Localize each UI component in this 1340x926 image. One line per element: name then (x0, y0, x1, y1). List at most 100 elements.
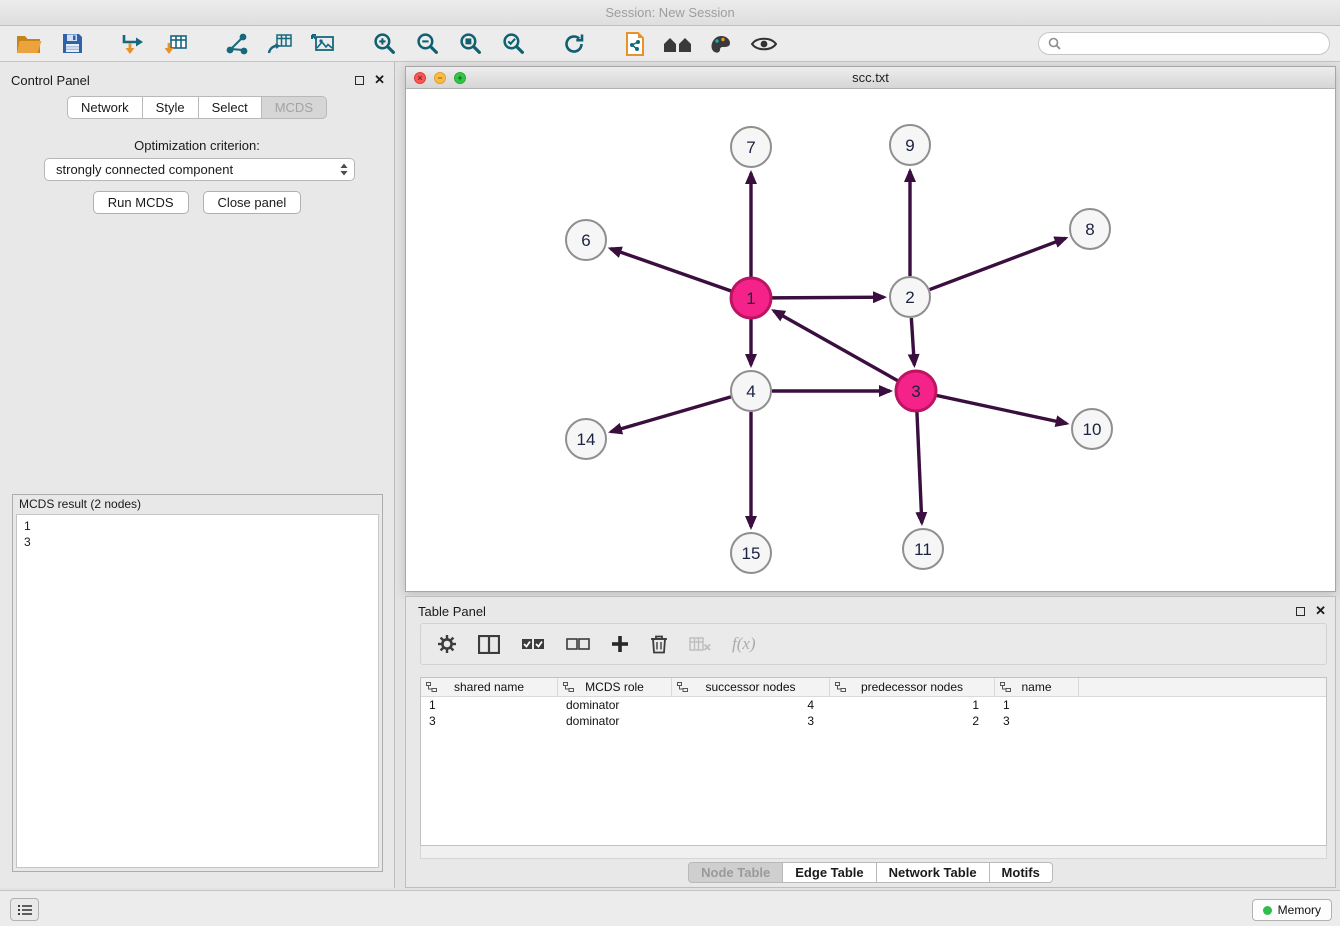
edge-3-1[interactable] (774, 311, 898, 381)
toolbar-separator (96, 43, 109, 44)
run-mcds-button[interactable]: Run MCDS (93, 191, 189, 214)
node-label: 2 (905, 288, 914, 307)
add-column-button[interactable] (611, 635, 629, 653)
delete-column-button[interactable] (650, 634, 668, 654)
document-network-icon (624, 32, 646, 56)
column-header-name[interactable]: name (995, 678, 1079, 696)
zoom-in-button[interactable] (365, 29, 403, 59)
panel-selector-button[interactable] (10, 898, 39, 921)
column-header-successor_nodes[interactable]: successor nodes (672, 678, 830, 696)
duplicate-view-button[interactable] (616, 29, 654, 59)
tab-style[interactable]: Style (143, 96, 199, 119)
edge-3-10[interactable] (937, 395, 1067, 423)
function-builder-button[interactable]: f(x) (732, 634, 756, 654)
node-15[interactable]: 15 (731, 533, 771, 573)
minimize-window-button[interactable]: − (434, 72, 446, 84)
split-panel-button[interactable] (478, 635, 500, 654)
toolbar-separator (200, 43, 213, 44)
column-header-shared_name[interactable]: shared name (421, 678, 558, 696)
zoom-fit-button[interactable] (451, 29, 489, 59)
refresh-layout-button[interactable] (555, 29, 593, 59)
close-panel-icon[interactable]: ✕ (374, 74, 385, 86)
close-table-panel-icon[interactable]: ✕ (1315, 605, 1326, 617)
tab-select[interactable]: Select (199, 96, 262, 119)
table-hscrollbar[interactable] (420, 846, 1327, 859)
table-row[interactable]: 1dominator411 (421, 697, 1326, 713)
node-4[interactable]: 4 (731, 371, 771, 411)
network-canvas[interactable]: 7 9 6 8 1 2 4 3 14 10 15 11 (406, 89, 1335, 591)
node-7[interactable]: 7 (731, 127, 771, 167)
network-window-titlebar[interactable]: × − + scc.txt (406, 67, 1335, 89)
float-panel-icon[interactable] (355, 76, 364, 85)
column-label: MCDS role (585, 680, 644, 694)
table-panel: Table Panel ✕ f(x) shared nameMCDS rol (405, 596, 1336, 888)
table-row[interactable]: 3dominator323 (421, 713, 1326, 729)
column-header-icon[interactable] (426, 682, 437, 692)
node-label: 15 (742, 544, 761, 563)
node-9[interactable]: 9 (890, 125, 930, 165)
cell-shared_name: 3 (421, 713, 558, 729)
import-table-icon (164, 33, 188, 55)
import-network-button[interactable] (114, 29, 152, 59)
edge-2-8[interactable] (930, 238, 1066, 289)
float-table-panel-icon[interactable] (1296, 607, 1305, 616)
close-mcds-panel-button[interactable]: Close panel (203, 191, 302, 214)
mcds-result-area[interactable]: 1 3 (16, 514, 379, 868)
table-tab-edge-table[interactable]: Edge Table (783, 862, 876, 883)
cell-name: 3 (995, 713, 1079, 729)
table-tab-node-table[interactable]: Node Table (688, 862, 783, 883)
node-6[interactable]: 6 (566, 220, 606, 260)
column-header-mcds_role[interactable]: MCDS role (558, 678, 672, 696)
tab-network[interactable]: Network (67, 96, 143, 119)
edge-4-14[interactable] (611, 397, 731, 432)
cell-shared_name: 1 (421, 697, 558, 713)
column-header-icon[interactable] (563, 682, 574, 692)
column-header-icon[interactable] (677, 682, 688, 692)
toolbar-separator (537, 43, 550, 44)
table-tab-motifs[interactable]: Motifs (990, 862, 1053, 883)
node-table[interactable]: shared name MCDS role successor nodesprede… (420, 677, 1327, 846)
table-tab-network-table[interactable]: Network Table (877, 862, 990, 883)
node-8[interactable]: 8 (1070, 209, 1110, 249)
maximize-window-button[interactable]: + (454, 72, 466, 84)
search-box[interactable] (1038, 32, 1330, 55)
column-header-predecessor_nodes[interactable]: predecessor nodes (830, 678, 995, 696)
select-all-button[interactable] (521, 637, 545, 651)
close-window-button[interactable]: × (414, 72, 426, 84)
import-network-icon (120, 33, 146, 55)
node-3[interactable]: 3 (896, 371, 936, 411)
column-header-filler (1079, 678, 1326, 696)
export-image-button[interactable] (304, 29, 342, 59)
new-network-button[interactable] (218, 29, 256, 59)
zoom-selected-button[interactable] (494, 29, 532, 59)
node-10[interactable]: 10 (1072, 409, 1112, 449)
open-folder-icon (16, 33, 42, 54)
column-header-icon[interactable] (835, 682, 846, 692)
edge-1-6[interactable] (611, 249, 732, 291)
optimization-select[interactable]: strongly connected component (44, 158, 355, 181)
edge-1-2[interactable] (772, 297, 884, 298)
open-session-button[interactable] (10, 29, 48, 59)
apply-style-button[interactable] (702, 29, 740, 59)
search-icon (1048, 37, 1061, 50)
edge-2-3[interactable] (911, 318, 914, 365)
tab-mcds[interactable]: MCDS (262, 96, 327, 119)
save-session-button[interactable] (53, 29, 91, 59)
import-table-button[interactable] (157, 29, 195, 59)
node-11[interactable]: 11 (903, 529, 943, 569)
home-views-button[interactable] (659, 29, 697, 59)
deselect-all-button[interactable] (566, 637, 590, 651)
column-header-icon[interactable] (1000, 682, 1011, 692)
node-14[interactable]: 14 (566, 419, 606, 459)
node-2[interactable]: 2 (890, 277, 930, 317)
zoom-out-button[interactable] (408, 29, 446, 59)
memory-button[interactable]: Memory (1252, 899, 1332, 921)
edge-3-11[interactable] (917, 412, 922, 523)
delete-table-button[interactable] (689, 636, 711, 652)
node-1[interactable]: 1 (731, 278, 771, 318)
network-from-table-button[interactable] (261, 29, 299, 59)
network-graph[interactable]: 7 9 6 8 1 2 4 3 14 10 15 11 (406, 89, 1335, 591)
table-settings-button[interactable] (437, 634, 457, 654)
table-toolbar: f(x) (420, 623, 1327, 665)
show-graphics-button[interactable] (745, 29, 783, 59)
